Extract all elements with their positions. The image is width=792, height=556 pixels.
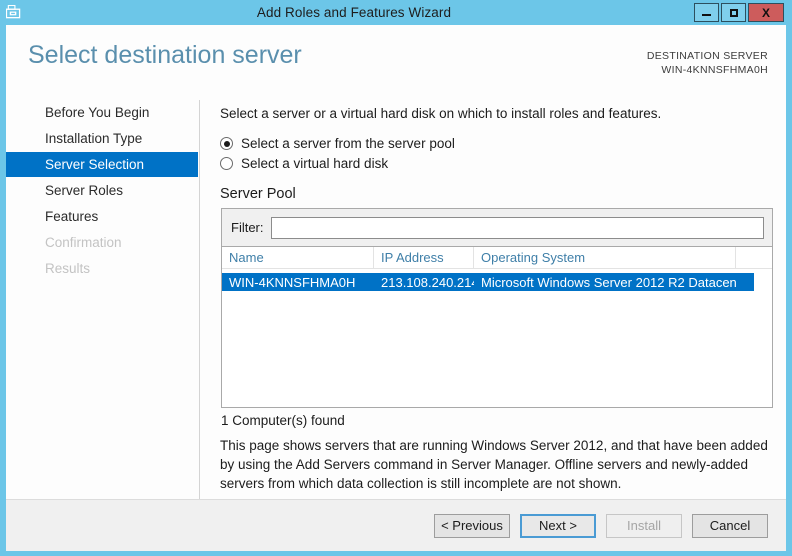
computers-found-text: 1 Computer(s) found: [221, 413, 345, 428]
sidebar-item-server-selection[interactable]: Server Selection: [6, 152, 198, 177]
destination-server-value: WIN-4KNNSFHMA0H: [661, 64, 768, 76]
page-header: Select destination server DESTINATION SE…: [6, 25, 786, 95]
maximize-button[interactable]: [721, 3, 746, 22]
window-title: Add Roles and Features Wizard: [256, 5, 452, 20]
window-controls: X: [694, 3, 784, 22]
install-button: Install: [606, 513, 682, 538]
column-header-operating-system[interactable]: Operating System: [474, 247, 736, 268]
sidebar-item-confirmation: Confirmation: [45, 235, 122, 250]
table-header-row: Name IP Address Operating System: [222, 247, 772, 269]
cell-operating-system: Microsoft Windows Server 2012 R2 Datacen…: [481, 274, 736, 290]
column-header-name[interactable]: Name: [222, 247, 374, 268]
previous-button[interactable]: < Previous: [434, 513, 510, 538]
radio-virtual-hard-disk-label: Select a virtual hard disk: [241, 156, 389, 171]
radio-server-pool[interactable]: Select a server from the server pool: [220, 136, 455, 151]
main-content: Select a server or a virtual hard disk o…: [201, 100, 786, 499]
filter-bar: Filter:: [221, 208, 773, 246]
wizard-navigation: Before You Begin Installation Type Serve…: [6, 100, 200, 499]
next-button[interactable]: Next >: [520, 513, 596, 538]
intro-text: Select a server or a virtual hard disk o…: [220, 106, 662, 121]
radio-selected-icon: [220, 137, 233, 150]
page-note-text: This page shows servers that are running…: [220, 438, 768, 491]
radio-server-pool-label: Select a server from the server pool: [241, 136, 455, 151]
sidebar-item-server-roles[interactable]: Server Roles: [6, 178, 199, 203]
column-header-ip-address[interactable]: IP Address: [374, 247, 474, 268]
server-pool-panel: Filter: Name IP Address Operating System…: [221, 208, 773, 408]
sidebar-item-features[interactable]: Features: [6, 204, 199, 229]
wizard-window: Add Roles and Features Wizard X Select d…: [0, 0, 792, 556]
cell-ip-address: 213.108.240.214: [381, 274, 474, 290]
cell-name: WIN-4KNNSFHMA0H: [229, 274, 356, 290]
radio-virtual-hard-disk[interactable]: Select a virtual hard disk: [220, 156, 388, 171]
destination-server-label: DESTINATION SERVER: [646, 50, 768, 62]
server-table[interactable]: Name IP Address Operating System WIN-4KN…: [221, 246, 773, 408]
server-wizard-icon: [6, 0, 26, 25]
close-button[interactable]: X: [748, 3, 784, 22]
sidebar-item-before-you-begin[interactable]: Before You Begin: [6, 100, 199, 125]
cancel-button[interactable]: Cancel: [692, 513, 768, 538]
minimize-icon: [702, 14, 711, 16]
radio-unselected-icon: [220, 157, 233, 170]
minimize-button[interactable]: [694, 3, 719, 22]
server-pool-label: Server Pool: [220, 186, 296, 202]
filter-label: Filter:: [231, 220, 264, 235]
table-row[interactable]: WIN-4KNNSFHMA0H 213.108.240.214 Microsof…: [222, 273, 754, 291]
maximize-icon: [729, 8, 738, 17]
sidebar-item-results: Results: [45, 261, 91, 276]
column-header-extra[interactable]: [736, 247, 772, 268]
wizard-footer: < Previous Next > Install Cancel: [6, 499, 786, 551]
destination-server-block: DESTINATION SERVER WIN-4KNNSFHMA0H: [647, 49, 768, 77]
title-bar: Add Roles and Features Wizard X: [6, 0, 786, 25]
sidebar-item-installation-type[interactable]: Installation Type: [6, 126, 199, 151]
filter-input[interactable]: [270, 216, 764, 239]
page-title: Select destination server: [28, 41, 302, 69]
